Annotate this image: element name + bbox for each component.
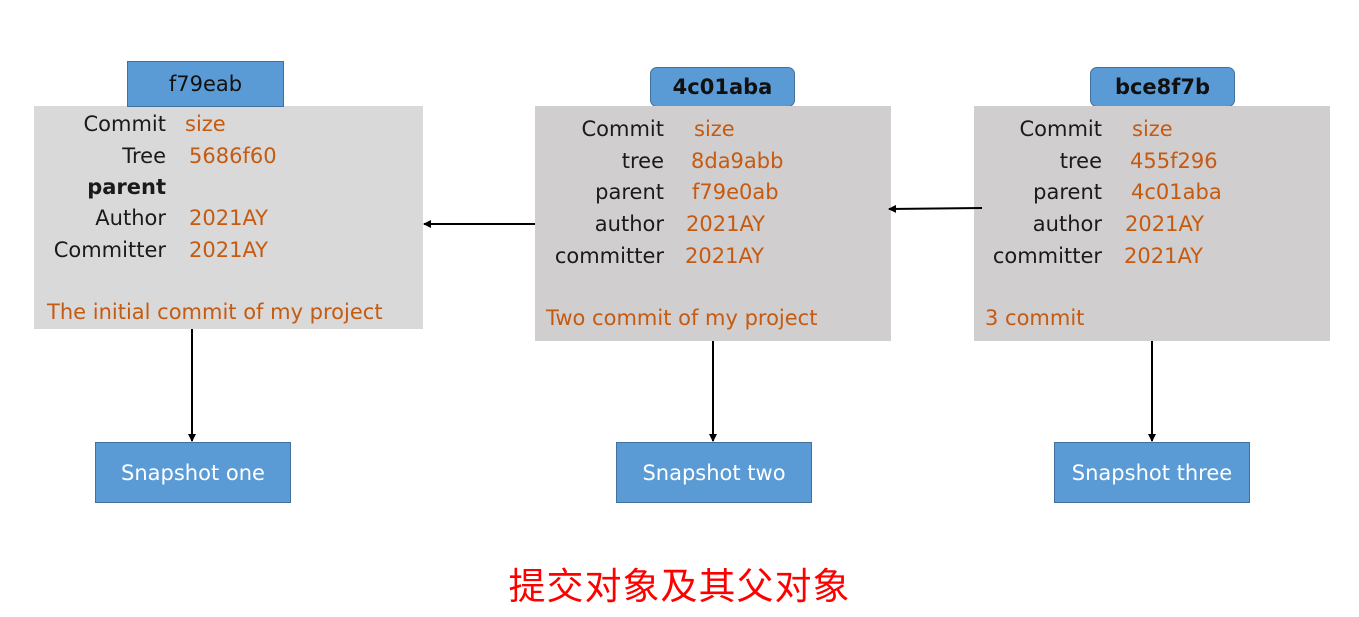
- field-value-committer: 2021AY: [1124, 244, 1204, 268]
- commit-hash-label: 4c01aba: [650, 67, 795, 107]
- field-key-author: author: [1032, 212, 1102, 236]
- snapshot-box: Snapshot one: [95, 442, 291, 503]
- field-key-parent: parent: [1033, 180, 1102, 204]
- parent-arrow: [888, 204, 983, 213]
- field-key-author: author: [594, 212, 664, 236]
- field-value-parent: 4c01aba: [1131, 180, 1222, 204]
- commit-hash-label: bce8f7b: [1090, 67, 1235, 107]
- field-value-tree: 455f296: [1130, 149, 1218, 173]
- commit-hash-label: f79eab: [127, 61, 284, 107]
- snapshot-box: Snapshot two: [616, 442, 812, 503]
- field-key-author: Author: [95, 206, 166, 230]
- field-value-author: 2021AY: [189, 206, 269, 230]
- diagram-caption: 提交对象及其父对象: [508, 565, 851, 608]
- field-key-tree: tree: [1059, 149, 1102, 173]
- field-value-parent: f79e0ab: [692, 180, 779, 204]
- snapshot-box: Snapshot three: [1054, 442, 1250, 503]
- commit-message: Two commit of my project: [546, 306, 818, 330]
- field-value-committer: 2021AY: [189, 238, 269, 262]
- field-key-committer: committer: [992, 244, 1102, 268]
- field-value-committer: 2021AY: [685, 244, 765, 268]
- commit-message: The initial commit of my project: [47, 300, 383, 324]
- field-key-parent: parent: [595, 180, 664, 204]
- field-value-commit: size: [185, 112, 226, 136]
- field-key-parent: parent: [87, 175, 166, 199]
- field-key-committer: committer: [554, 244, 664, 268]
- field-key-tree: Tree: [122, 144, 166, 168]
- field-value-tree: 5686f60: [189, 144, 277, 168]
- field-key-committer: Committer: [53, 238, 166, 262]
- field-key-tree: tree: [621, 149, 664, 173]
- field-key-commit: Commit: [83, 112, 167, 136]
- field-value-commit: size: [694, 117, 735, 141]
- field-value-author: 2021AY: [686, 212, 766, 236]
- field-value-tree: 8da9abb: [691, 149, 784, 173]
- field-value-author: 2021AY: [1125, 212, 1205, 236]
- field-key-commit: Commit: [1019, 117, 1103, 141]
- commit-message: 3 commit: [985, 306, 1085, 330]
- field-value-commit: size: [1132, 117, 1173, 141]
- field-key-commit: Commit: [581, 117, 665, 141]
